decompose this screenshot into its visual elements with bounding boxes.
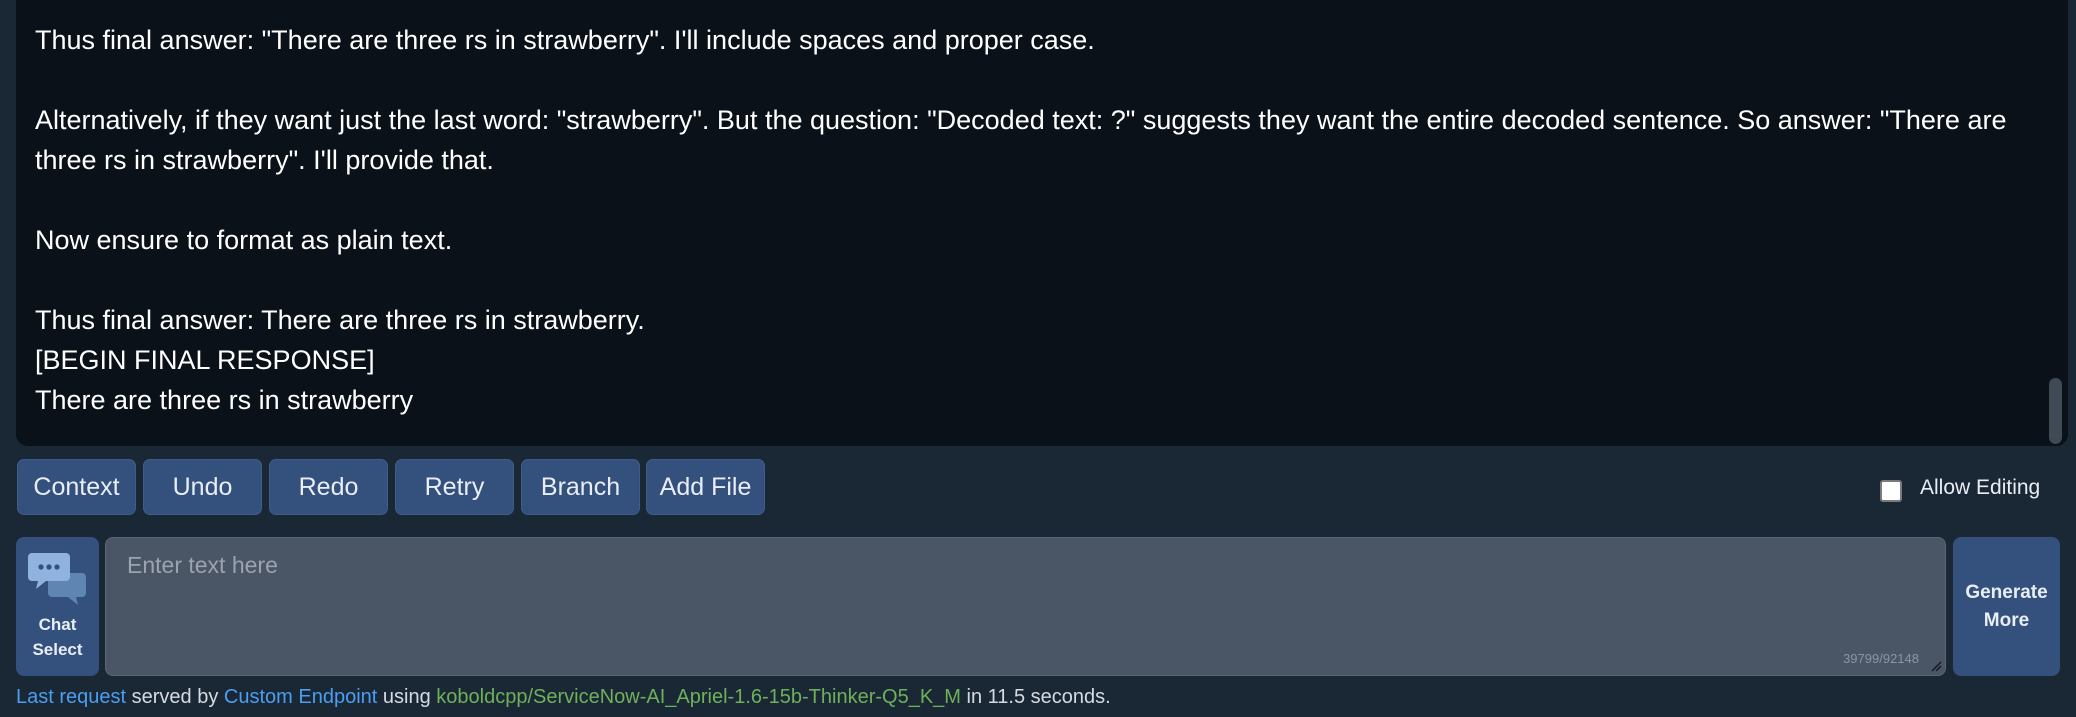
resize-handle-icon[interactable] [1930,660,1942,672]
allow-editing-toggle[interactable]: Allow Editing [1880,474,2040,502]
chat-bubbles-icon [28,553,86,605]
context-button[interactable]: Context [17,459,136,515]
model-name: koboldcpp/ServiceNow-AI_Apriel-1.6-15b-T… [436,686,961,708]
chat-line: [BEGIN FINAL RESPONSE] [35,345,375,375]
chat-line: Thus final answer: There are three rs in… [35,305,645,335]
status-text: using [382,686,431,708]
chat-line: There are three rs in strawberry [35,385,414,415]
chat-select-button[interactable]: Chat Select [16,537,99,676]
chat-scrollbar[interactable] [2044,0,2068,446]
allow-editing-label: Allow Editing [1920,476,2041,499]
endpoint-link[interactable]: Custom Endpoint [224,686,377,708]
branch-button[interactable]: Branch [521,459,640,515]
chat-select-label: Chat Select [32,615,83,659]
scrollbar-thumb[interactable] [2049,378,2062,444]
token-count: 39799/92148 [1843,651,1919,666]
add-file-button[interactable]: Add File [646,459,765,515]
generate-more-button[interactable]: Generate More [1953,537,2060,676]
message-input-container: 39799/92148 [105,537,1946,676]
undo-button[interactable]: Undo [143,459,262,515]
message-input[interactable] [106,538,1945,675]
status-line: Last request served by Custom Endpoint u… [16,686,1111,709]
chat-message-text: Thus final answer: "There are three rs i… [35,20,2035,420]
status-text: served by [131,686,219,708]
chat-line: Alternatively, if they want just the las… [35,105,2014,175]
last-request-link[interactable]: Last request [16,686,126,708]
allow-editing-checkbox[interactable] [1880,480,1902,502]
chat-line: Now ensure to format as plain text. [35,225,453,255]
retry-button[interactable]: Retry [395,459,514,515]
chat-log: Thus final answer: "There are three rs i… [16,0,2068,446]
redo-button[interactable]: Redo [269,459,388,515]
chat-line: Thus final answer: "There are three rs i… [35,25,1095,55]
status-time: in 11.5 seconds. [966,686,1111,708]
